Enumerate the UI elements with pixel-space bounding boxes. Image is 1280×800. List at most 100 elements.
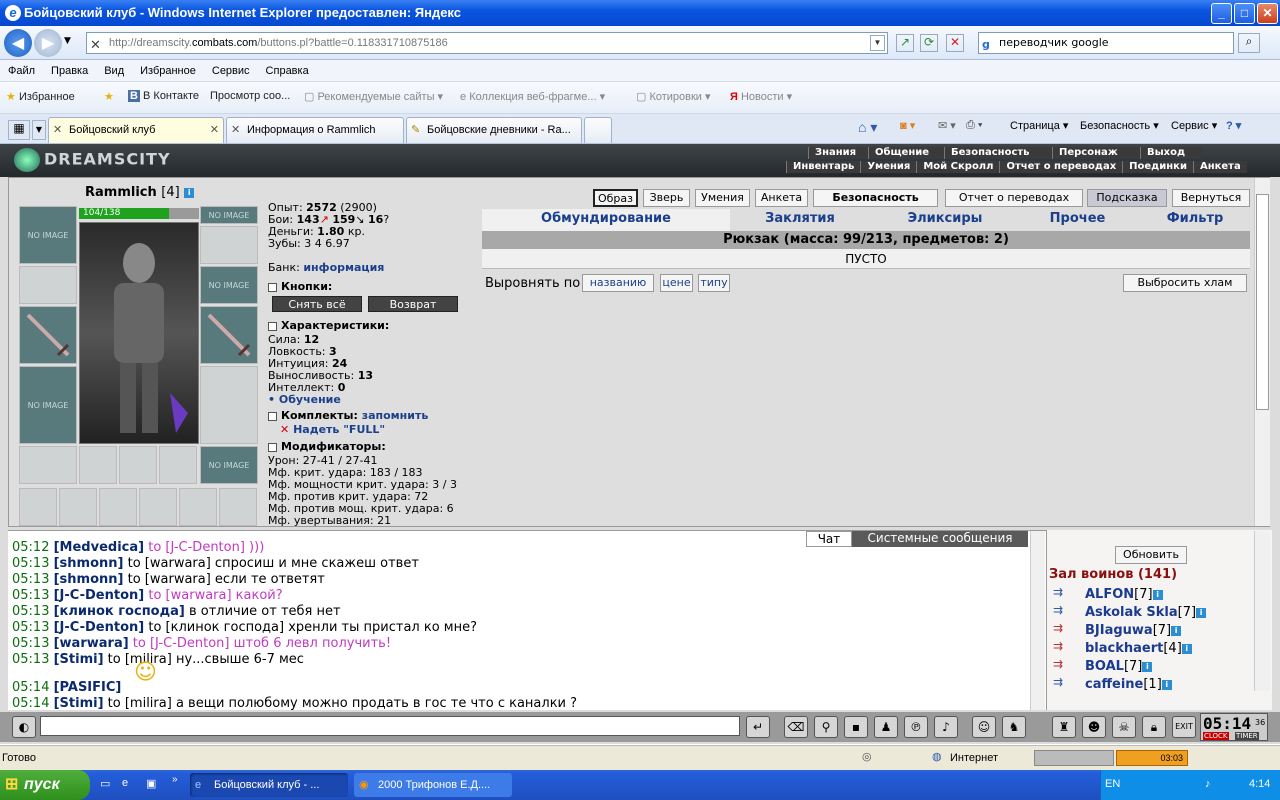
profile-button[interactable]: Анкета <box>755 189 808 207</box>
chat-nick[interactable]: [Medvedica] <box>54 540 144 555</box>
ring-slot-1[interactable] <box>79 446 117 484</box>
sort-by-price-button[interactable]: цене <box>660 274 693 292</box>
chat-nick[interactable]: [клинок господа] <box>54 604 185 619</box>
chat-nick[interactable]: [warwara] <box>54 636 129 651</box>
amulet-slot[interactable] <box>200 226 258 264</box>
delete-set-icon[interactable]: ✕ <box>280 423 289 436</box>
tab-equipment[interactable]: Обмундирование <box>482 211 730 226</box>
security-button[interactable]: Безопасность <box>813 189 938 207</box>
language-indicator[interactable]: EN <box>1105 778 1120 790</box>
chat-nick[interactable]: [PASIFIC] <box>54 680 122 695</box>
tab-info-rammlich[interactable]: ✕ Информация о Rammlich <box>226 117 404 143</box>
user-list-item[interactable]: BOAL[7] i <box>1085 659 1153 674</box>
user-name[interactable]: BOAL <box>1085 659 1124 674</box>
character-name[interactable]: Rammlich [4] i <box>85 185 195 200</box>
fav-link-vk[interactable]: B В Контакте <box>128 90 199 102</box>
fav-link-view[interactable]: Просмотр соо... <box>210 90 290 102</box>
user-info-icon[interactable]: i <box>1142 661 1153 672</box>
user-name[interactable]: Askolak Skla <box>1085 605 1178 620</box>
legs-slot[interactable] <box>200 366 258 444</box>
user-info-icon[interactable]: i <box>1171 625 1182 636</box>
save-icon[interactable]: ▪ <box>844 716 868 738</box>
collapse-icon[interactable] <box>268 321 277 331</box>
scroll-slot[interactable] <box>99 488 137 526</box>
buttons-section-header[interactable]: Кнопки: <box>268 280 478 293</box>
home-icon[interactable]: ⌂ ▾ <box>858 119 877 136</box>
menu-file[interactable]: Файл <box>0 60 43 82</box>
throw-junk-button[interactable]: Выбросить хлам <box>1123 274 1247 292</box>
print-icon[interactable]: ⎙ ▾ <box>966 119 982 132</box>
user-info-icon[interactable]: i <box>1152 589 1163 600</box>
media-controls[interactable] <box>1034 750 1114 766</box>
tab-diaries[interactable]: ✎ Бойцовские дневники - Ra... <box>406 117 582 143</box>
show-desktop-icon[interactable]: ▭ <box>100 777 110 790</box>
tab-other[interactable]: Прочее <box>1030 211 1125 226</box>
skills-button[interactable]: Умения <box>695 189 750 207</box>
gloves-slot[interactable]: NO IMAGE <box>200 266 258 304</box>
help-icon[interactable]: ? ▾ <box>1226 119 1241 132</box>
add-favorite-icon[interactable]: ★ <box>104 90 114 103</box>
user-list-item[interactable]: caffeine[1] i <box>1085 677 1172 692</box>
chat-nick[interactable]: [shmonn] <box>54 572 124 587</box>
user-info-icon[interactable]: i <box>1161 679 1172 690</box>
nav-my-scroll[interactable]: Мой Скролл <box>916 161 1000 173</box>
chat-tab[interactable]: Чат <box>806 531 852 547</box>
nav-transfer-report[interactable]: Отчет о переводах <box>999 161 1123 173</box>
chat-recipient[interactable]: to [warwara] <box>123 572 211 587</box>
belt-slot[interactable] <box>19 446 77 484</box>
user-info-icon[interactable]: i <box>1196 607 1207 618</box>
menu-help[interactable]: Справка <box>258 60 317 82</box>
chat-recipient[interactable]: to [warwara] <box>123 556 211 571</box>
quick-tabs-icon[interactable]: ▦ <box>8 120 30 140</box>
address-dropdown-icon[interactable]: ▼ <box>870 35 885 51</box>
chat-input[interactable] <box>40 716 740 736</box>
nav-communication[interactable]: Общение <box>868 147 944 159</box>
return-button[interactable]: Возврат <box>368 296 458 312</box>
menu-edit[interactable]: Правка <box>43 60 96 82</box>
user-status-icon[interactable]: ⇉ <box>1053 675 1063 689</box>
scroll-slot[interactable] <box>139 488 177 526</box>
char-info-icon[interactable]: i <box>184 187 195 198</box>
stop-icon[interactable]: ✕ <box>946 34 964 52</box>
user-info-icon[interactable]: i <box>1181 643 1192 654</box>
tab-filter[interactable]: Фильтр <box>1140 211 1250 226</box>
tab-spells[interactable]: Заклятия <box>740 211 860 226</box>
volume-icon[interactable]: ♪ <box>1205 778 1211 790</box>
training-link[interactable]: • Обучение <box>268 394 341 406</box>
skull-icon[interactable]: ☠ <box>1112 716 1136 738</box>
menu-view[interactable]: Вид <box>96 60 132 82</box>
sort-by-name-button[interactable]: названию <box>582 274 654 292</box>
remove-all-button[interactable]: Снять всё <box>272 296 362 312</box>
page-menu[interactable]: Страница ▾ <box>1010 119 1068 132</box>
forward-button[interactable]: ▶ <box>34 29 62 57</box>
inventory-scrollbar[interactable] <box>1254 178 1270 526</box>
search-go-icon[interactable]: ⌕ <box>1238 33 1260 53</box>
hint-button[interactable]: Подсказка <box>1087 189 1167 207</box>
user-list-item[interactable]: Askolak Skla[7] i <box>1085 605 1207 620</box>
ring-slot-3[interactable] <box>159 446 197 484</box>
tab-fight-club[interactable]: ✕ Бойцовский клуб ✕ <box>48 117 224 143</box>
tab-list-icon[interactable]: ▼ <box>32 120 46 140</box>
chat-nick[interactable]: [J-C-Denton] <box>54 620 145 635</box>
user-status-icon[interactable]: ⇉ <box>1053 603 1063 617</box>
sets-section-header[interactable]: Комплекты: запомнить <box>268 409 478 422</box>
wear-full-link[interactable]: ✕ Надеть "FULL" <box>280 424 385 436</box>
armor-slot[interactable]: NO IMAGE <box>19 366 77 444</box>
sound-icon[interactable]: ♪ <box>934 716 958 738</box>
back-game-button[interactable]: Вернуться <box>1172 189 1250 207</box>
lock-icon[interactable]: 🔒︎ <box>1142 716 1166 738</box>
media-quicklaunch-icon[interactable]: ▣ <box>146 777 156 790</box>
fighter-icon[interactable]: ♟ <box>874 716 898 738</box>
bank-link[interactable]: информация <box>303 261 384 274</box>
quicklaunch-more-icon[interactable]: » <box>172 774 178 785</box>
bracer-slot[interactable] <box>19 266 77 304</box>
private-icon[interactable]: ℗ <box>904 716 928 738</box>
user-list-item[interactable]: BJIaguwa[7] i <box>1085 623 1182 638</box>
scroll-slot[interactable] <box>219 488 257 526</box>
sort-by-type-button[interactable]: типу <box>698 274 730 292</box>
user-status-icon[interactable]: ⇉ <box>1053 585 1063 599</box>
character-avatar[interactable] <box>79 222 199 444</box>
scroll-slot[interactable] <box>179 488 217 526</box>
compat-view-icon[interactable]: ↗ <box>896 34 914 52</box>
menu-tools[interactable]: Сервис <box>204 60 258 82</box>
